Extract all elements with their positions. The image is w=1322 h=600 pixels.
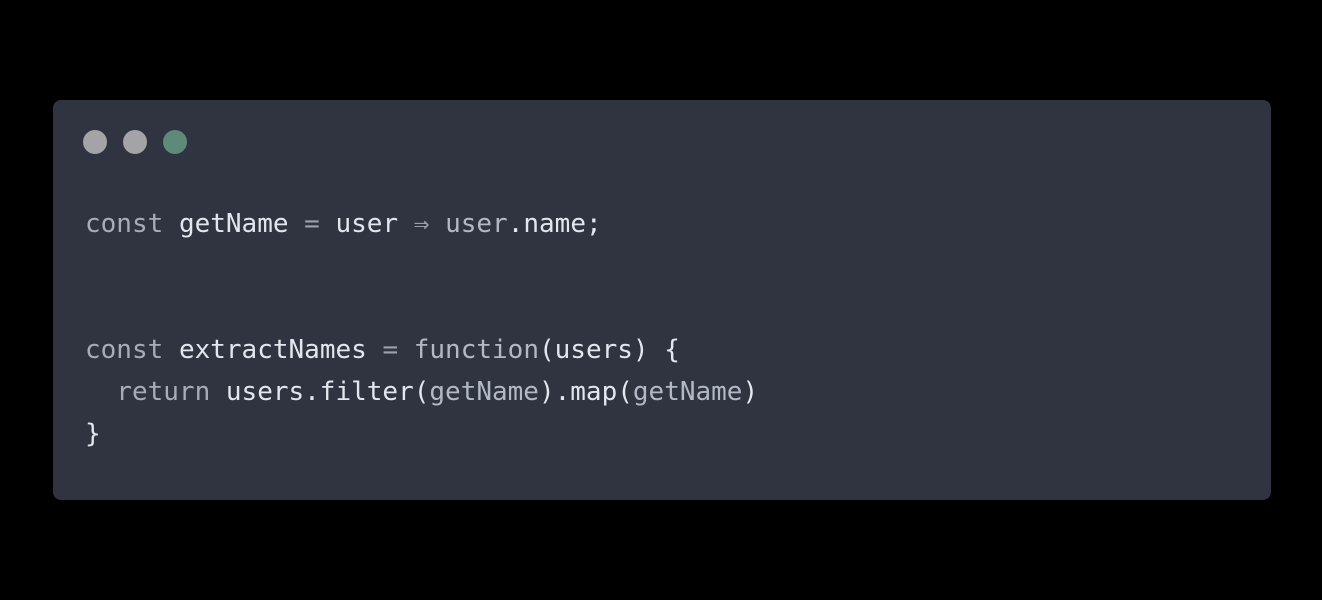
code-token: ).map( xyxy=(538,377,633,407)
code-token: user xyxy=(445,209,508,239)
code-line: } xyxy=(85,413,758,455)
code-token: (users) { xyxy=(538,335,680,365)
code-token: .name; xyxy=(507,209,602,239)
code-block: const getName = user ⇒ user.name; const e… xyxy=(85,203,758,455)
code-token: } xyxy=(85,419,101,449)
code-token: const xyxy=(85,209,164,239)
code-token: = xyxy=(382,335,399,365)
code-line: const getName = user ⇒ user.name; xyxy=(85,203,758,245)
code-token: extractNames xyxy=(178,335,367,365)
minimize-dot-icon[interactable] xyxy=(123,130,147,154)
code-token: return xyxy=(116,377,211,407)
window-controls xyxy=(83,130,187,154)
code-token: getName xyxy=(429,377,539,407)
code-token: = xyxy=(304,209,320,239)
code-token: const xyxy=(85,335,164,365)
maximize-dot-icon[interactable] xyxy=(163,130,187,154)
code-token: users.filter( xyxy=(225,377,430,407)
close-dot-icon[interactable] xyxy=(83,130,107,154)
code-token: ) xyxy=(742,377,759,407)
code-line: return users.filter(getName).map(getName… xyxy=(85,371,758,413)
code-token: getName xyxy=(178,209,289,239)
canvas-background: const getName = user ⇒ user.name; const e… xyxy=(0,0,1322,600)
code-line: const extractNames = function(users) { xyxy=(85,329,758,371)
code-token: ⇒ xyxy=(413,209,430,239)
code-token: function xyxy=(413,335,539,365)
code-token: getName xyxy=(632,377,743,407)
code-token: user xyxy=(335,209,399,239)
